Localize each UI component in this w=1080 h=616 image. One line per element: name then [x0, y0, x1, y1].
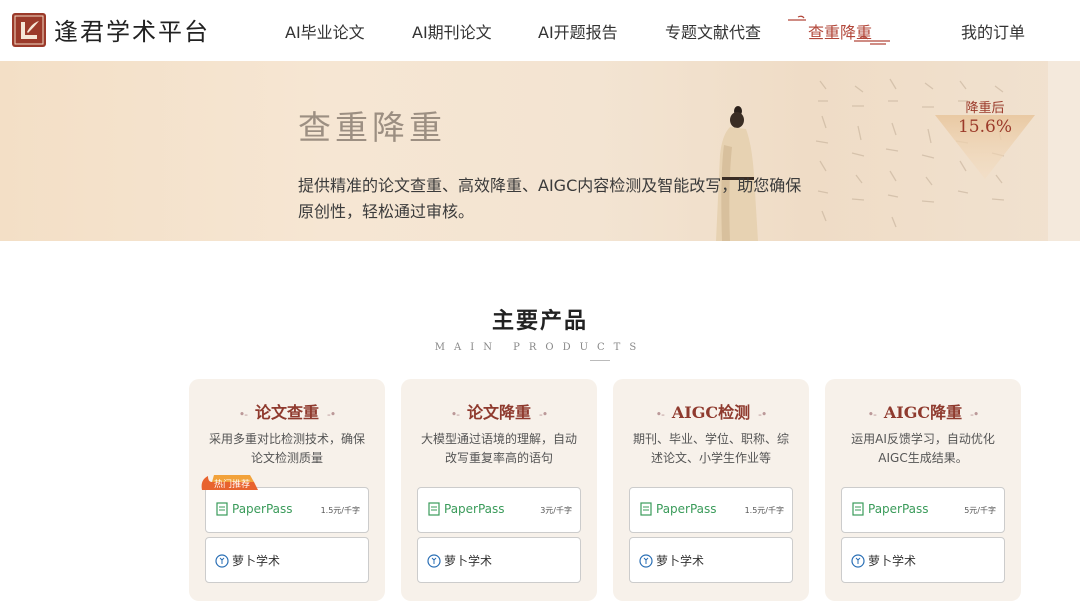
- option-price: 3元/千字: [540, 506, 572, 515]
- luobo-brand: 萝卜学术: [427, 552, 492, 569]
- option-name: PaperPass: [232, 502, 293, 516]
- title-ornament-left-icon: •-: [655, 408, 665, 421]
- option-luobo[interactable]: 萝卜学术: [205, 537, 369, 583]
- product-card-aigc-detect: •- AIGC检测 -• 期刊、毕业、学位、职称、综述论文、小学生作业等 Paper…: [613, 379, 809, 601]
- title-ornament-right-icon: -•: [758, 408, 767, 421]
- option-paperpass[interactable]: PaperPass 3元/千字: [417, 487, 581, 533]
- card-description: 采用多重对比检测技术，确保论文检测质量: [208, 432, 365, 465]
- title-ornament-left-icon: •-: [867, 408, 877, 421]
- paperpass-doc-icon: [216, 502, 228, 516]
- card-title: 论文降重: [466, 403, 531, 422]
- top-header: 逢君学术平台 AI毕业论文 AI期刊论文 AI开题报告 专题文献代查 查重降重 …: [0, 0, 1080, 60]
- card-description: 期刊、毕业、学位、职称、综述论文、小学生作业等: [632, 432, 789, 465]
- hero-banner: 查重降重 提供精准的论文查重、高效降重、AIGC内容检测及智能改写，助您确保原创…: [0, 61, 1080, 241]
- paperpass-doc-icon: [852, 502, 864, 516]
- option-name: 萝卜学术: [232, 554, 281, 568]
- title-ornament-left-icon: •-: [238, 408, 248, 421]
- luobo-brand: 萝卜学术: [215, 552, 280, 569]
- banner-title: 查重降重: [298, 108, 446, 147]
- option-name: PaperPass: [656, 502, 717, 516]
- product-card-aigc-rewrite: •- AIGC降重 -• 运用AI反馈学习，自动优化AIGC生成结果。 PaperP…: [825, 379, 1021, 601]
- title-ornament-right-icon: -•: [539, 408, 548, 421]
- section-divider: [590, 360, 610, 361]
- card-title: AIGC检测: [671, 403, 751, 422]
- option-name: PaperPass: [444, 502, 505, 516]
- card-title-wrap: •- AIGC检测 -•: [613, 399, 809, 423]
- card-title-wrap: •- 论文查重 -•: [189, 399, 385, 423]
- luobo-icon: [851, 553, 865, 568]
- section-title: 主要产品: [491, 308, 588, 334]
- option-luobo[interactable]: 萝卜学术: [841, 537, 1005, 583]
- paperpass-brand: PaperPass: [216, 502, 293, 516]
- option-name: 萝卜学术: [868, 554, 917, 568]
- paperpass-brand: PaperPass: [852, 502, 929, 516]
- option-name: 萝卜学术: [444, 554, 493, 568]
- badge-label: 降重后: [965, 101, 1005, 116]
- card-title: 论文查重: [254, 403, 319, 422]
- logo-brush-icon: [12, 12, 46, 47]
- nav-ai-thesis[interactable]: AI毕业论文: [285, 19, 365, 43]
- luobo-brand: 萝卜学术: [851, 552, 916, 569]
- card-description: 运用AI反馈学习，自动优化AIGC生成结果。: [851, 432, 995, 465]
- nav-ai-journal[interactable]: AI期刊论文: [412, 19, 492, 43]
- option-price: 1.5元/千字: [320, 506, 360, 515]
- title-ornament-right-icon: -•: [327, 408, 336, 421]
- reduction-badge: 降重后 15.6%: [935, 97, 1035, 179]
- nav-literature-search[interactable]: 专题文献代查: [665, 19, 761, 43]
- site-logo[interactable]: 逢君学术平台: [12, 12, 210, 47]
- hot-badge-label: 热门推荐: [214, 480, 251, 490]
- card-description: 大模型通过语境的理解，自动改写重复率高的语句: [420, 432, 577, 465]
- card-title: AIGC降重: [883, 403, 963, 422]
- title-ornament-left-icon: •-: [450, 408, 460, 421]
- badge-value: 15.6%: [957, 117, 1012, 137]
- title-ornament-right-icon: -•: [970, 408, 979, 421]
- nav-ai-proposal[interactable]: AI开题报告: [538, 19, 618, 43]
- option-paperpass[interactable]: PaperPass 5元/千字: [841, 487, 1005, 533]
- option-paperpass[interactable]: PaperPass 1.5元/千字: [629, 487, 793, 533]
- card-title-wrap: •- 论文降重 -•: [401, 399, 597, 423]
- logo-text: 逢君学术平台: [54, 18, 210, 46]
- banner-description: 提供精准的论文查重、高效降重、AIGC内容检测及智能改写，助您确保原创性，轻松通…: [298, 176, 802, 221]
- card-title-wrap: •- AIGC降重 -•: [825, 399, 1021, 423]
- option-price: 1.5元/千字: [744, 506, 784, 515]
- paperpass-doc-icon: [640, 502, 652, 516]
- luobo-brand: 萝卜学术: [639, 552, 704, 569]
- option-name: PaperPass: [868, 502, 929, 516]
- product-card-rewrite: •- 论文降重 -• 大模型通过语境的理解，自动改写重复率高的语句 PaperPas…: [401, 379, 597, 601]
- option-paperpass[interactable]: PaperPass 1.5元/千字: [205, 487, 369, 533]
- product-card-plagiarism-check: •- 论文查重 -• 采用多重对比检测技术，确保论文检测质量 PaperPass 1…: [189, 379, 385, 601]
- luobo-icon: [639, 553, 653, 568]
- luobo-icon: [427, 553, 441, 568]
- option-luobo[interactable]: 萝卜学术: [629, 537, 793, 583]
- paperpass-brand: PaperPass: [428, 502, 505, 516]
- option-name: 萝卜学术: [656, 554, 705, 568]
- luobo-icon: [215, 553, 229, 568]
- option-price: 5元/千字: [964, 506, 996, 515]
- paperpass-brand: PaperPass: [640, 502, 717, 516]
- section-subtitle: MAIN PRODUCTS: [434, 342, 646, 353]
- paper-edge: [1048, 61, 1080, 241]
- nav-my-orders[interactable]: 我的订单: [961, 19, 1025, 43]
- active-nav-cloud-ornament-icon: [788, 15, 890, 45]
- paperpass-doc-icon: [428, 502, 440, 516]
- option-luobo[interactable]: 萝卜学术: [417, 537, 581, 583]
